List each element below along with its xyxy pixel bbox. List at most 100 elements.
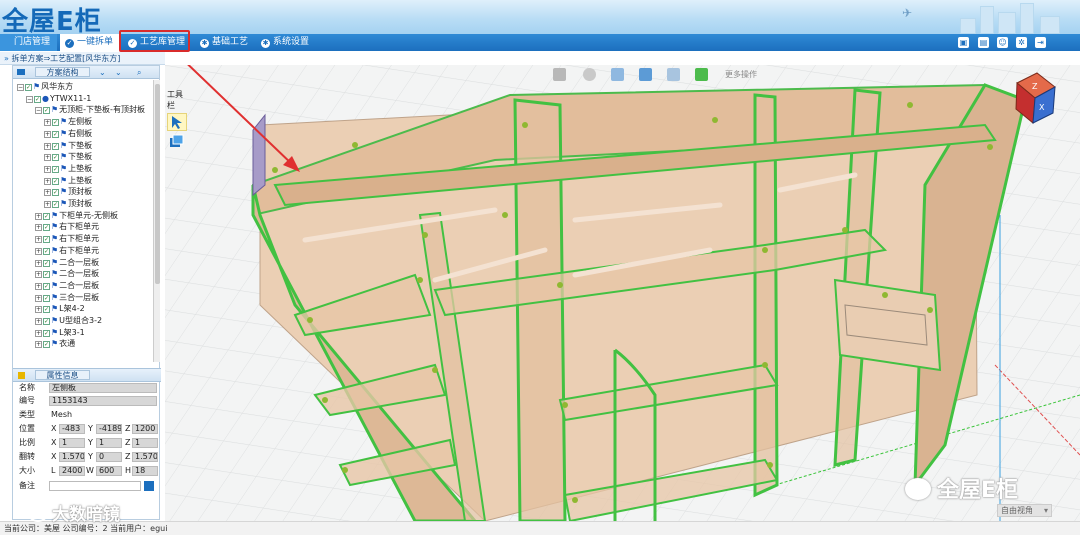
tree-checkbox[interactable]: ✓	[43, 271, 50, 279]
tree-checkbox[interactable]: ✓	[34, 95, 41, 103]
exit-icon[interactable]: ⇥	[1035, 37, 1046, 48]
collapse-icon[interactable]: »	[4, 54, 9, 63]
tree-node[interactable]: + ✓ ⚑下柜单元-无侧板	[35, 210, 118, 222]
pos-y-field[interactable]: -4189	[96, 424, 122, 434]
nav-one-click-split[interactable]: ✓ 一键拆单	[60, 34, 122, 51]
tree-node[interactable]: − ✓ ●YTWX11-1	[26, 93, 91, 105]
tree-node[interactable]: + ✓ ⚑二合一层板	[35, 257, 99, 269]
rotate-icon[interactable]	[583, 68, 596, 81]
tree-node[interactable]: + ✓ ⚑右下柜单元	[35, 221, 99, 233]
nav-store-management[interactable]: 门店管理	[0, 34, 57, 51]
tree-node[interactable]: − ✓ ⚑无顶柜-下垫板-有顶封板	[35, 104, 145, 116]
tree-expander-icon[interactable]: +	[35, 247, 42, 255]
cabinet-3d-scene[interactable]: Z X	[165, 65, 1080, 521]
tree-expander-icon[interactable]: +	[35, 212, 42, 220]
tree-checkbox[interactable]: ✓	[43, 318, 50, 325]
image-icon[interactable]: ▣	[958, 37, 969, 48]
tree-expander-icon[interactable]: +	[44, 154, 51, 162]
tree-expander-icon[interactable]: +	[35, 224, 42, 232]
select-arrow-icon[interactable]	[167, 113, 187, 131]
tree-expander-icon[interactable]: +	[44, 119, 51, 127]
tree-checkbox[interactable]: ✓	[43, 294, 50, 302]
view-mode-select[interactable]: 自由视角	[997, 504, 1052, 517]
layers-icon[interactable]	[167, 133, 187, 151]
tree-expander-icon[interactable]: +	[44, 177, 51, 185]
tree-expander-icon[interactable]: +	[35, 329, 42, 337]
tree-checkbox[interactable]: ✓	[43, 224, 50, 232]
user-icon[interactable]: ☺	[997, 37, 1008, 48]
tree-node[interactable]: + ✓ ⚑上垫板	[44, 175, 92, 187]
tree-expander-icon[interactable]: +	[35, 259, 42, 267]
tree-node[interactable]: + ✓ ⚑右下柜单元	[35, 245, 99, 257]
tree-expander-icon[interactable]: +	[35, 306, 42, 314]
tree-checkbox[interactable]: ✓	[25, 84, 32, 91]
tree-expander-icon[interactable]: +	[35, 294, 42, 302]
side-view-icon[interactable]	[639, 68, 652, 81]
tree-expander-icon[interactable]: +	[44, 189, 51, 197]
size-h-field[interactable]: 18	[132, 466, 158, 476]
rot-x-field[interactable]: 1.570	[59, 452, 85, 462]
tree-scrollbar[interactable]	[153, 80, 160, 362]
breadcrumb-text[interactable]: 拆单方案⇒工艺配置[风华东方]	[11, 54, 120, 63]
tree-node[interactable]: + ✓ ⚑二合一层板	[35, 280, 99, 292]
tree-checkbox[interactable]: ✓	[43, 306, 50, 314]
tree-checkbox[interactable]: ✓	[52, 165, 59, 173]
tree-node[interactable]: + ✓ ⚑二合一层板	[35, 268, 99, 280]
tree-checkbox[interactable]: ✓	[43, 341, 50, 349]
tree-checkbox[interactable]: ✓	[43, 236, 50, 244]
rot-z-field[interactable]: 1.570	[132, 452, 158, 462]
tree-node[interactable]: + ✓ ⚑右下柜单元	[35, 233, 99, 245]
tree-expander-icon[interactable]: −	[35, 107, 42, 115]
tree-expander-icon[interactable]: +	[35, 318, 42, 325]
tree-node[interactable]: − ✓ ⚑风华东方	[17, 81, 73, 93]
pos-x-field[interactable]: -483	[59, 424, 85, 434]
tree-expander-icon[interactable]: +	[35, 236, 42, 244]
tree-node[interactable]: + ✓ ⚑上垫板	[44, 163, 92, 175]
tree-node[interactable]: + ✓ ⚑三合一层板	[35, 292, 99, 304]
tree-expander-icon[interactable]: +	[44, 201, 51, 208]
tree-checkbox[interactable]: ✓	[52, 142, 59, 150]
tree-node[interactable]: + ✓ ⚑左侧板	[44, 116, 92, 128]
tree-checkbox[interactable]: ✓	[43, 247, 50, 255]
folder-icon[interactable]	[553, 68, 566, 81]
tree-expander-icon[interactable]: +	[44, 165, 51, 173]
measure-icon[interactable]	[695, 68, 708, 81]
tree-expander-icon[interactable]: +	[35, 282, 42, 290]
search-icon[interactable]: ⌕	[137, 66, 141, 79]
size-l-field[interactable]: 2400	[59, 466, 85, 476]
tree-checkbox[interactable]: ✓	[52, 189, 59, 197]
tree-checkbox[interactable]: ✓	[43, 259, 50, 267]
tree-checkbox[interactable]: ✓	[43, 107, 50, 115]
scrollbar-thumb[interactable]	[155, 84, 160, 284]
tree-checkbox[interactable]: ✓	[43, 212, 50, 220]
tree-expander-icon[interactable]: +	[35, 341, 42, 349]
scale-z-field[interactable]: 1	[132, 438, 158, 448]
tree-node[interactable]: + ✓ ⚑右侧板	[44, 128, 92, 140]
tree-node[interactable]: + ✓ ⚑下垫板	[44, 140, 92, 152]
scale-x-field[interactable]: 1	[59, 438, 85, 448]
tree-checkbox[interactable]: ✓	[52, 119, 59, 127]
note-input[interactable]	[49, 481, 141, 491]
rot-y-field[interactable]: 0	[96, 452, 122, 462]
scale-y-field[interactable]: 1	[96, 438, 122, 448]
expand-all-icon[interactable]: ⌄	[115, 66, 122, 79]
tree-checkbox[interactable]: ✓	[52, 201, 59, 208]
menu-icon[interactable]	[17, 69, 25, 75]
tree-checkbox[interactable]: ✓	[43, 282, 50, 290]
tree-node[interactable]: + ✓ ⚑下垫板	[44, 151, 92, 163]
prop-id-field[interactable]: 1153143	[49, 396, 157, 406]
tree-checkbox[interactable]: ✓	[52, 177, 59, 185]
tree-expander-icon[interactable]: +	[44, 130, 51, 138]
tree-checkbox[interactable]: ✓	[52, 154, 59, 162]
size-w-field[interactable]: 600	[96, 466, 122, 476]
pos-z-field[interactable]: 1200	[132, 424, 158, 434]
tree-node[interactable]: + ✓ ⚑衣通	[35, 338, 75, 350]
settings-icon[interactable]: ✲	[1016, 37, 1027, 48]
front-view-icon[interactable]	[611, 68, 624, 81]
tree-node[interactable]: + ✓ ⚑顶封板	[44, 186, 92, 198]
nav-system-settings[interactable]: ✱ 系统设置	[261, 34, 309, 51]
nav-base-craft[interactable]: ✱ 基础工艺	[200, 34, 248, 51]
prop-name-field[interactable]: 左侧板	[49, 383, 157, 393]
book-icon[interactable]: ▤	[978, 37, 989, 48]
3d-viewport[interactable]: Z X 工具栏 更多操作 自由视角	[165, 65, 1080, 521]
